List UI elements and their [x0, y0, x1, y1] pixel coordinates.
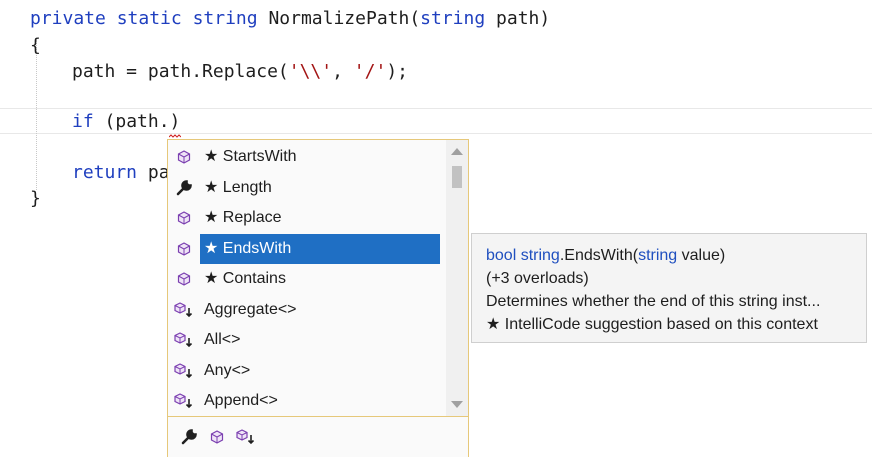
completion-item-label: ★ EndsWith [200, 233, 440, 264]
code-line-1[interactable]: private static string NormalizePath(stri… [30, 8, 550, 30]
string-literal: '\\' [288, 61, 333, 82]
completion-item-label: ★ Length [204, 178, 272, 196]
completion-item-label: ★ Contains [204, 270, 286, 287]
error-squiggle [169, 134, 181, 138]
completion-item[interactable]: Aggregate<> [168, 295, 444, 325]
scrollbar[interactable] [446, 140, 468, 416]
type-name: bool [486, 247, 517, 264]
scroll-down-arrow-icon[interactable] [451, 401, 463, 408]
indent-guide [36, 40, 37, 190]
keyword: return [72, 162, 138, 183]
code-text: pa [137, 162, 170, 183]
filter-property-icon[interactable] [180, 428, 198, 446]
completion-item-label: Any<> [204, 361, 251, 379]
completion-item-label: All<> [204, 331, 241, 348]
completion-item[interactable]: ★ EndsWith [168, 233, 444, 264]
method-icon [168, 241, 200, 256]
completion-item[interactable]: Any<> [168, 356, 444, 386]
extension-method-icon [168, 301, 200, 318]
param-name: value) [677, 247, 726, 264]
code-text: ) [169, 111, 181, 132]
completion-item[interactable]: ★ Length [168, 173, 444, 203]
completion-item-label: Append<> [204, 392, 278, 409]
completion-item[interactable]: ★ Replace [168, 203, 444, 233]
quick-info-tooltip: bool string.EndsWith(string value) (+3 o… [471, 233, 867, 343]
description: Determines whether the end of this strin… [486, 293, 821, 310]
method-icon [168, 272, 200, 286]
property-icon [168, 179, 200, 197]
completion-list[interactable]: ★ StartsWith ★ Length ★ Replace ★ EndsWith ★… [168, 140, 446, 416]
keyword: if [72, 111, 94, 132]
keyword: private [30, 8, 106, 29]
code-line-6[interactable]: } [30, 188, 41, 210]
completion-item-label: ★ Replace [204, 209, 282, 226]
method-name: .EndsWith( [559, 247, 639, 264]
completion-popup[interactable]: ★ StartsWith ★ Length ★ Replace ★ EndsWith ★… [167, 139, 469, 457]
code-line-4[interactable]: if (path.) [72, 111, 180, 133]
code-line-3[interactable]: path = path.Replace('\\', '/'); [72, 61, 408, 83]
method-icon [168, 150, 200, 164]
completion-item-label: Aggregate<> [204, 300, 297, 318]
string-literal: '/' [353, 61, 387, 82]
filter-extension-method-icon[interactable] [236, 429, 256, 445]
code-text: path = path.Replace( [72, 61, 289, 82]
completion-item[interactable]: Append<> [168, 386, 444, 416]
completion-item[interactable]: ★ Contains [168, 264, 444, 294]
intellicode-note: ★ IntelliCode suggestion based on this c… [486, 316, 818, 333]
keyword: string [192, 8, 258, 29]
code-text: path) [485, 8, 551, 29]
overload-count: (+3 overloads) [486, 270, 589, 287]
scroll-up-arrow-icon[interactable] [451, 148, 463, 155]
method-icon [168, 211, 200, 225]
completion-item-label: ★ StartsWith [204, 148, 297, 165]
extension-method-icon [168, 393, 200, 409]
keyword: static [116, 8, 182, 29]
signature: bool string.EndsWith(string value) [486, 244, 866, 267]
completion-item[interactable]: All<> [168, 325, 444, 355]
type-name: string [520, 247, 560, 264]
code-text: (path. [93, 111, 170, 132]
code-line-2[interactable]: { [30, 35, 41, 57]
code-text: ); [386, 61, 408, 82]
completion-item[interactable]: ★ StartsWith [168, 142, 444, 172]
method-name: NormalizePath( [268, 8, 421, 29]
keyword: string [420, 8, 486, 29]
type-name: string [638, 247, 678, 264]
completion-filter-bar [168, 416, 468, 457]
scroll-thumb[interactable] [452, 166, 462, 188]
extension-method-icon [168, 332, 200, 348]
code-text: , [332, 61, 354, 82]
filter-method-icon[interactable] [210, 430, 224, 444]
extension-method-icon [168, 362, 200, 379]
code-line-5[interactable]: return pa [72, 162, 170, 184]
